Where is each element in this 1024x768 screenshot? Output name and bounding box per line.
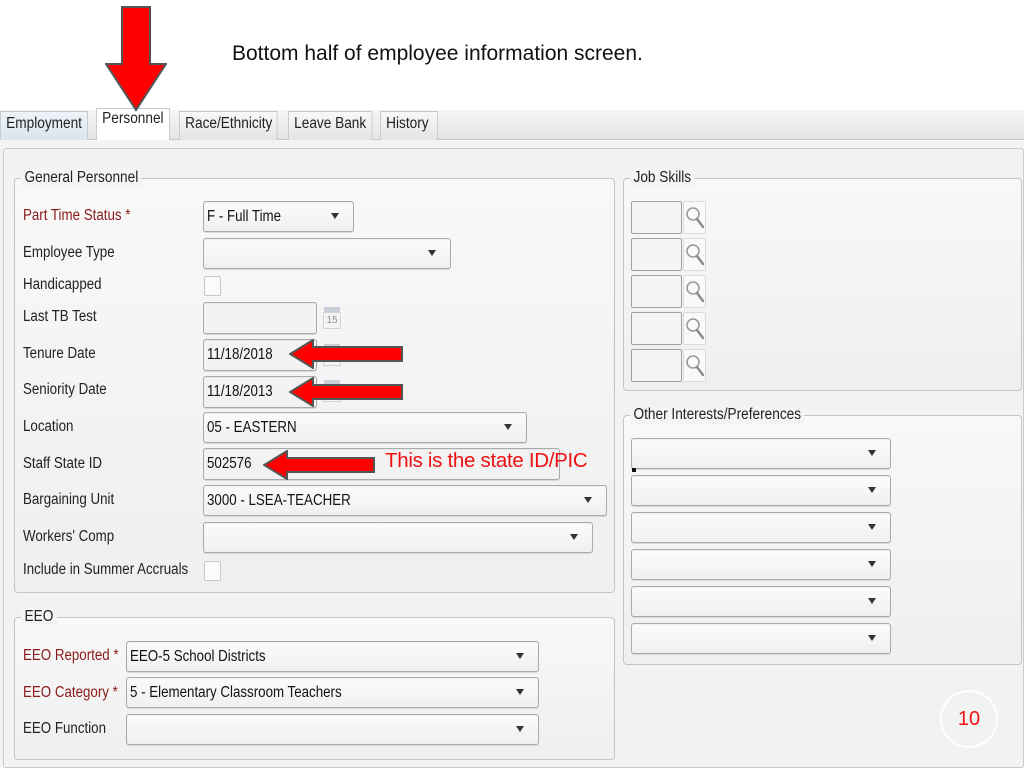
- search-icon: [686, 244, 705, 266]
- location-label: Location: [23, 418, 74, 435]
- job-skill-input[interactable]: [631, 275, 682, 308]
- job-skill-search-button[interactable]: [683, 349, 706, 382]
- eeo-reported-value: EEO-5 School Districts: [130, 648, 266, 665]
- workers-comp-label: Workers' Comp: [23, 528, 115, 545]
- chevron-down-icon: [504, 424, 512, 430]
- search-icon: [686, 207, 705, 229]
- chevron-down-icon: [570, 534, 578, 540]
- job-skill-input[interactable]: [631, 238, 682, 271]
- employee-type-label: Employee Type: [23, 244, 115, 261]
- part-time-status-label: Part Time Status *: [23, 207, 131, 224]
- employee-type-select[interactable]: [203, 238, 451, 269]
- bargaining-unit-label: Bargaining Unit: [23, 491, 115, 508]
- eeo-category-select[interactable]: 5 - Elementary Classroom Teachers: [126, 677, 539, 708]
- employee-info-window: Employment Personnel Race/Ethnicity Leav…: [0, 108, 1024, 768]
- search-icon: [686, 281, 705, 303]
- chevron-down-icon: [868, 635, 876, 641]
- staff-state-id-label: Staff State ID: [23, 455, 103, 472]
- bargaining-unit-select[interactable]: 3000 - LSEA-TEACHER: [203, 485, 607, 516]
- general-personnel-legend: General Personnel: [21, 169, 142, 187]
- eeo-function-label: EEO Function: [23, 720, 106, 737]
- chevron-down-icon: [868, 561, 876, 567]
- interest-select[interactable]: [631, 623, 891, 654]
- job-skill-input[interactable]: [631, 201, 682, 234]
- chevron-down-icon: [868, 450, 876, 456]
- job-skill-search-button[interactable]: [683, 312, 706, 345]
- eeo-function-select[interactable]: [126, 714, 539, 745]
- page-number-badge: 10: [940, 690, 998, 748]
- left-arrow-annotation: [289, 377, 403, 407]
- chevron-down-icon: [516, 689, 524, 695]
- tab-leave-bank[interactable]: Leave Bank: [288, 111, 373, 140]
- job-skill-search-button[interactable]: [683, 275, 706, 308]
- chevron-down-icon: [868, 524, 876, 530]
- job-skill-search-button[interactable]: [683, 238, 706, 271]
- tenure-date-value: 11/18/2018: [207, 346, 273, 363]
- chevron-down-icon: [331, 213, 339, 219]
- last-tb-test-input[interactable]: [203, 302, 317, 334]
- tab-personnel[interactable]: Personnel: [96, 108, 170, 140]
- interest-select[interactable]: [631, 475, 891, 506]
- eeo-category-value: 5 - Elementary Classroom Teachers: [130, 684, 342, 701]
- other-interests-legend: Other Interests/Preferences: [630, 406, 805, 424]
- tab-bar: Employment Personnel Race/Ethnicity Leav…: [0, 108, 1024, 140]
- left-arrow-annotation: [289, 339, 403, 369]
- chevron-down-icon: [428, 250, 436, 256]
- handicapped-checkbox[interactable]: [204, 276, 221, 296]
- search-icon: [686, 318, 705, 340]
- annotation-period: [632, 468, 636, 472]
- tab-race-ethnicity[interactable]: Race/Ethnicity: [179, 111, 278, 140]
- chevron-down-icon: [516, 653, 524, 659]
- job-skill-search-button[interactable]: [683, 201, 706, 234]
- seniority-date-label: Seniority Date: [23, 381, 107, 398]
- interest-select[interactable]: [631, 438, 891, 469]
- summer-accruals-label: Include in Summer Accruals: [23, 561, 189, 578]
- tenure-date-label: Tenure Date: [23, 345, 96, 362]
- eeo-reported-select[interactable]: EEO-5 School Districts: [126, 641, 539, 672]
- location-select[interactable]: 05 - EASTERN: [203, 412, 527, 443]
- bargaining-unit-value: 3000 - LSEA-TEACHER: [207, 492, 351, 509]
- calendar-icon-day: 15: [323, 312, 341, 329]
- eeo-category-label: EEO Category *: [23, 684, 118, 701]
- slide-title: Bottom half of employee information scre…: [232, 42, 643, 65]
- left-arrow-annotation: [263, 450, 375, 480]
- job-skills-legend: Job Skills: [630, 169, 695, 187]
- location-value: 05 - EASTERN: [207, 419, 297, 436]
- interest-select[interactable]: [631, 512, 891, 543]
- part-time-status-select[interactable]: F - Full Time: [203, 201, 354, 232]
- state-id-annotation: This is the state ID/PIC: [385, 449, 588, 472]
- interest-select[interactable]: [631, 586, 891, 617]
- tab-employment[interactable]: Employment: [0, 111, 88, 140]
- job-skill-input[interactable]: [631, 312, 682, 345]
- tab-history[interactable]: History: [380, 111, 439, 140]
- down-arrow-annotation: [105, 6, 167, 112]
- interest-select[interactable]: [631, 549, 891, 580]
- job-skill-input[interactable]: [631, 349, 682, 382]
- chevron-down-icon: [516, 726, 524, 732]
- last-tb-test-label: Last TB Test: [23, 308, 97, 325]
- calendar-icon[interactable]: 15: [322, 307, 342, 329]
- eeo-legend: EEO: [21, 608, 57, 626]
- eeo-reported-label: EEO Reported *: [23, 647, 119, 664]
- chevron-down-icon: [868, 487, 876, 493]
- chevron-down-icon: [868, 598, 876, 604]
- seniority-date-value: 11/18/2013: [207, 383, 273, 400]
- handicapped-label: Handicapped: [23, 276, 102, 293]
- part-time-status-value: F - Full Time: [207, 208, 282, 225]
- chevron-down-icon: [584, 497, 592, 503]
- staff-state-id-value: 502576: [207, 455, 252, 472]
- summer-accruals-checkbox[interactable]: [204, 561, 221, 581]
- workers-comp-select[interactable]: [203, 522, 593, 553]
- search-icon: [686, 355, 705, 377]
